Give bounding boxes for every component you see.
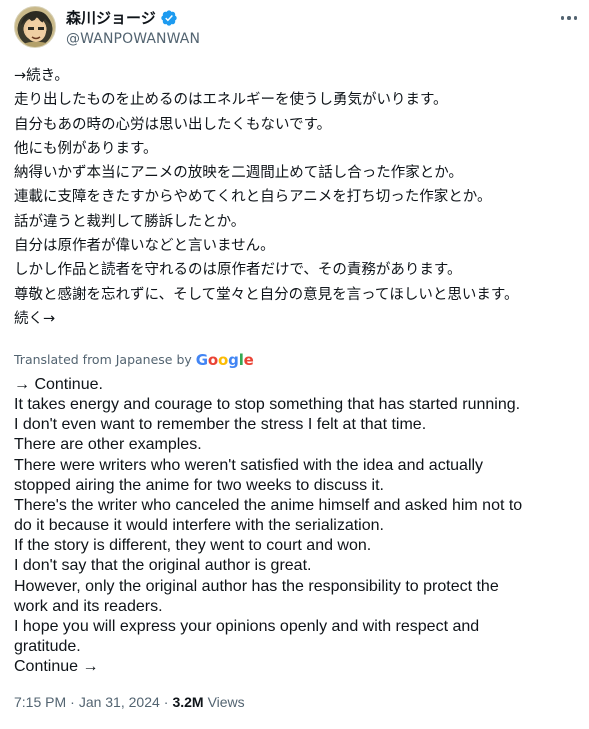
post-date[interactable]: Jan 31, 2024 [79,692,160,712]
translation-line: Continue → [14,658,99,676]
translation-line: If the story is different, they went to … [14,537,372,555]
translation-attribution[interactable]: Translated from Japanese by Google [14,351,254,369]
post-translation-text: → Continue. It takes energy and courage … [14,375,574,677]
avatar[interactable] [14,6,56,48]
translated-label: Translated from Japanese by [14,352,192,367]
translation-line: work and its readers. [14,597,163,615]
original-line: 自分は原作者が偉いなどと言いません。 [14,238,275,255]
translation-line: I hope you will express your opinions op… [14,617,480,635]
name-row: 森川ジョージ [66,8,178,28]
translation-line: stopped airing the anime for two weeks t… [14,476,384,494]
original-line: 連載に支障をきたすからやめてくれと自らアニメを打ち切った作家とか。 [14,189,492,206]
post-time[interactable]: 7:15 PM [14,692,66,712]
original-line: 納得いかず本当にアニメの放映を二週間止めて話し合った作家とか。 [14,165,463,182]
original-line: 他にも例があります。 [14,140,158,157]
original-line: 尊敬と感謝を忘れずに、そして堂々と自分の意見を言ってほしいと思います。 [14,286,519,303]
translation-line: I don't even want to remember the stress… [14,416,427,434]
original-line: 自分もあの時の心労は思い出したくもないです。 [14,116,332,133]
original-line: しかし作品と読者を守れるのは原作者だけで、その責務があります。 [14,262,462,279]
meta-separator: · [70,694,75,710]
translation-line: There were writers who weren't satisfied… [14,456,484,474]
translation-line: There are other examples. [14,436,202,454]
original-line: 話が違うと裁判して勝訴したとか。 [14,213,246,230]
google-logo: Google [195,351,254,369]
translation-line: → Continue. [14,376,103,393]
user-handle[interactable]: @WANPOWANWAN [66,30,200,48]
original-line: 走り出したものを止めるのはエネルギーを使うし勇気がいります。 [14,92,448,109]
original-line: 続く→ [14,310,56,327]
translation-line: There's the writer who canceled the anim… [14,496,523,514]
view-count[interactable]: 3.2M [172,692,203,712]
meta-separator: · [163,694,169,710]
translation-line: I don't say that the original author is … [14,557,312,575]
post-header: 森川ジョージ @WANPOWANWAN [14,6,584,50]
display-name[interactable]: 森川ジョージ [66,8,156,28]
translation-line: gratitude. [14,638,81,656]
post-meta: 7:15 PM · Jan 31, 2024 · 3.2M Views [14,692,245,712]
translation-line: do it because it would interfere with th… [14,517,384,535]
more-horizontal-icon[interactable] [558,8,580,28]
post-original-text: →続き。 走り出したものを止めるのはエネルギーを使うし勇気がいります。 自分もあ… [14,64,574,331]
translation-line: However, only the original author has th… [14,577,499,595]
views-label: Views [207,694,245,710]
verified-badge-icon[interactable] [160,9,178,27]
original-line: →続き。 [14,68,69,84]
translation-line: It takes energy and courage to stop some… [14,396,521,414]
